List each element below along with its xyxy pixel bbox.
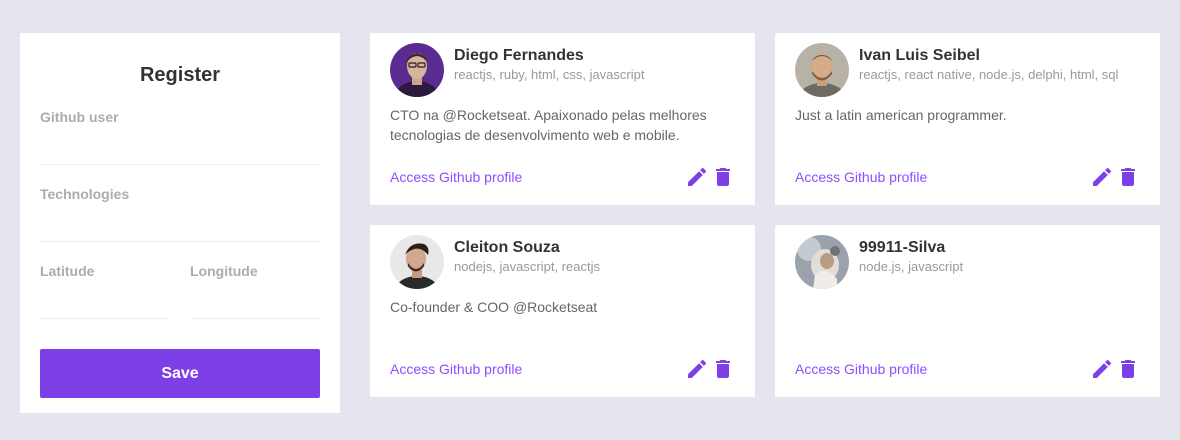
user-info: Cleiton Souza nodejs, javascript, reactj… [454, 238, 600, 275]
longitude-input[interactable] [190, 287, 320, 319]
dev-card-header: 99911-Silva node.js, javascript [795, 235, 1140, 289]
dev-card: 99911-Silva node.js, javascript Access G… [775, 225, 1160, 397]
user-techs: nodejs, javascript, reactjs [454, 258, 600, 274]
github-user-label: Github user [40, 109, 119, 125]
github-profile-link[interactable]: Access Github profile [795, 168, 927, 186]
user-info: Ivan Luis Seibel reactjs, react native, … [859, 46, 1118, 83]
card-actions [685, 357, 735, 381]
dev-card-footer: Access Github profile [795, 165, 1140, 189]
pencil-icon[interactable] [1090, 165, 1114, 189]
user-name: 99911-Silva [859, 238, 946, 256]
trash-icon[interactable] [711, 165, 735, 189]
github-profile-link[interactable]: Access Github profile [390, 360, 522, 378]
avatar [795, 235, 849, 289]
save-button[interactable]: Save [40, 349, 320, 398]
user-name: Ivan Luis Seibel [859, 46, 980, 64]
trash-icon[interactable] [711, 357, 735, 381]
user-techs: node.js, javascript [859, 258, 964, 274]
dev-card: Ivan Luis Seibel reactjs, react native, … [775, 33, 1160, 205]
pencil-icon[interactable] [685, 165, 709, 189]
dev-card-footer: Access Github profile [390, 165, 735, 189]
github-user-input[interactable] [40, 133, 320, 165]
latitude-field: Latitude [40, 263, 170, 340]
user-info: Diego Fernandes reactjs, ruby, html, css… [454, 46, 644, 83]
card-actions [1090, 357, 1140, 381]
user-name: Diego Fernandes [454, 46, 584, 64]
dev-card-footer: Access Github profile [390, 357, 735, 381]
user-bio: Just a latin american programmer. [795, 107, 1007, 123]
avatar [390, 43, 444, 97]
dev-card: Diego Fernandes reactjs, ruby, html, css… [370, 33, 755, 205]
pencil-icon[interactable] [1090, 357, 1114, 381]
github-profile-link[interactable]: Access Github profile [795, 360, 927, 378]
longitude-label: Longitude [190, 263, 258, 279]
dev-card-footer: Access Github profile [795, 357, 1140, 381]
user-techs: reactjs, react native, node.js, delphi, … [859, 66, 1119, 82]
dev-card-header: Ivan Luis Seibel reactjs, react native, … [795, 43, 1140, 97]
trash-icon[interactable] [1116, 357, 1140, 381]
techs-label: Technologies [40, 186, 130, 202]
avatar [390, 235, 444, 289]
user-techs: reactjs, ruby, html, css, javascript [454, 66, 645, 82]
trash-icon[interactable] [1116, 165, 1140, 189]
coordinates-row: Latitude Longitude [40, 263, 320, 340]
github-profile-link[interactable]: Access Github profile [390, 168, 522, 186]
user-bio: CTO na @Rocketseat. Apaixonado pelas mel… [390, 107, 707, 143]
dev-card-header: Diego Fernandes reactjs, ruby, html, css… [390, 43, 735, 97]
github-user-field: Github user [40, 109, 320, 165]
avatar [795, 43, 849, 97]
user-bio: Co-founder & COO @Rocketseat [390, 299, 598, 315]
register-panel: Register Github user Technologies Latitu… [20, 33, 340, 413]
user-name: Cleiton Souza [454, 238, 560, 256]
dev-card-header: Cleiton Souza nodejs, javascript, reactj… [390, 235, 735, 289]
user-info: 99911-Silva node.js, javascript [859, 238, 963, 275]
card-actions [1090, 165, 1140, 189]
register-title: Register [139, 64, 221, 86]
card-actions [685, 165, 735, 189]
longitude-field: Longitude [190, 263, 320, 340]
dev-card: Cleiton Souza nodejs, javascript, reactj… [370, 225, 755, 397]
latitude-input[interactable] [40, 287, 170, 319]
pencil-icon[interactable] [685, 357, 709, 381]
latitude-label: Latitude [40, 263, 95, 279]
techs-field: Technologies [40, 186, 320, 242]
techs-input[interactable] [40, 210, 320, 242]
